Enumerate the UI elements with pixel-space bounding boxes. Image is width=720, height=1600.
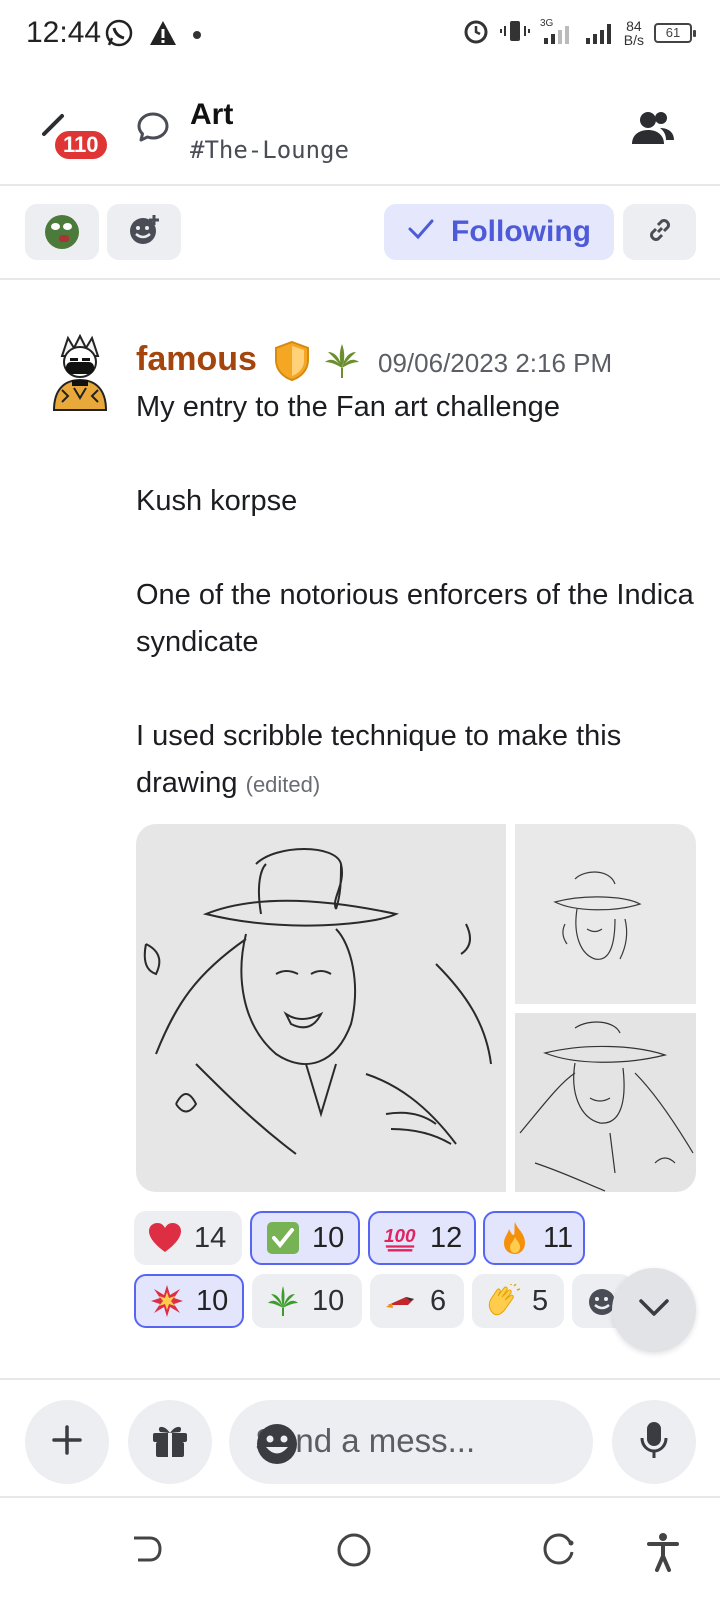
gift-icon	[150, 1420, 190, 1465]
following-label: Following	[451, 215, 591, 248]
attachment-image-3[interactable]	[515, 1013, 696, 1192]
voice-message-button[interactable]	[612, 1400, 696, 1484]
fire-icon	[499, 1221, 531, 1255]
battery-icon: 61	[654, 22, 696, 43]
rocket-flame-icon	[384, 1284, 418, 1318]
reaction-collision[interactable]: 10	[134, 1274, 244, 1328]
back-button[interactable]: 110	[34, 110, 114, 162]
unread-badge: 110	[52, 128, 110, 162]
svg-text:3G: 3G	[540, 18, 554, 29]
nav-recents-icon[interactable]	[542, 1532, 576, 1571]
signal-icon-2	[584, 16, 614, 49]
reaction-count: 10	[196, 1284, 229, 1317]
reaction-rocket[interactable]: 6	[370, 1274, 464, 1328]
reaction-count: 14	[194, 1221, 227, 1254]
reaction-count: 10	[312, 1221, 345, 1254]
emoji-picker-icon[interactable]	[255, 1422, 573, 1474]
alarm-icon	[462, 17, 490, 48]
reaction-count: 5	[532, 1284, 549, 1317]
reaction-heart[interactable]: 14	[134, 1211, 242, 1265]
message-body: My entry to the Fan art challenge Kush k…	[136, 384, 696, 808]
author-name[interactable]: famous	[136, 340, 257, 379]
cannabis-role-icon	[322, 340, 362, 385]
plus-icon	[51, 1424, 83, 1461]
message-composer: Send a mess...	[0, 1378, 720, 1498]
dot-icon	[192, 27, 202, 45]
message-line: One of the notorious enforcers of the In…	[136, 579, 694, 658]
attachment-image-main[interactable]	[136, 824, 506, 1192]
whatsapp-icon	[104, 18, 134, 53]
reaction-count: 11	[543, 1221, 574, 1254]
pepe-emoji-icon	[45, 215, 79, 249]
thread-icon	[136, 110, 170, 149]
nav-home-icon[interactable]	[336, 1532, 372, 1573]
check-mark-button-icon	[266, 1221, 300, 1255]
collision-icon	[150, 1284, 184, 1318]
hundred-points-icon: 100	[384, 1221, 418, 1255]
following-button[interactable]: Following	[384, 204, 614, 260]
link-icon	[645, 215, 675, 250]
reaction-count: 12	[430, 1221, 463, 1254]
svg-text:100: 100	[384, 1226, 416, 1247]
microphone-icon	[638, 1420, 670, 1465]
clapping-hands-icon	[486, 1284, 520, 1318]
channel-subtitle: #The-Lounge	[190, 136, 349, 164]
heart-icon	[148, 1221, 182, 1255]
message-line: Kush korpse	[136, 485, 298, 517]
channel-header: 110 Art #The-Lounge	[0, 80, 720, 186]
author-avatar[interactable]	[40, 332, 120, 412]
reaction-hundred[interactable]: 100 12	[368, 1211, 476, 1265]
add-reaction-button[interactable]	[107, 204, 181, 260]
message-line: My entry to the Fan art challenge	[136, 391, 560, 423]
shield-badge-icon	[272, 340, 312, 387]
scroll-to-bottom-button[interactable]	[612, 1268, 696, 1352]
emoji-reaction-button[interactable]	[25, 204, 99, 260]
message-input[interactable]: Send a mess...	[229, 1400, 593, 1484]
reaction-clap[interactable]: 5	[472, 1274, 564, 1328]
members-icon[interactable]	[630, 108, 676, 153]
reaction-check[interactable]: 10	[250, 1211, 360, 1265]
chevron-down-icon	[638, 1298, 670, 1323]
vibrate-icon	[499, 17, 530, 48]
signal-icon-1: 3G	[540, 16, 574, 49]
message-timestamp: 09/06/2023 2:16 PM	[378, 348, 613, 378]
edited-label: (edited)	[245, 772, 321, 797]
attach-button[interactable]	[25, 1400, 109, 1484]
net-speed: 84 B/s	[623, 17, 644, 48]
system-nav-bar	[0, 1500, 720, 1600]
reaction-fire[interactable]: 11	[483, 1211, 585, 1265]
status-time: 12:44	[26, 16, 102, 49]
status-bar: 12:44 3G 84 B/s 61	[0, 0, 720, 70]
gift-button[interactable]	[128, 1400, 212, 1484]
message-line: I used scribble technique to make this d…	[136, 720, 622, 799]
nav-back-icon[interactable]	[130, 1532, 164, 1571]
thread-actions: Following	[0, 186, 720, 280]
reaction-count: 10	[312, 1284, 345, 1317]
add-reaction-icon	[127, 213, 161, 252]
checkmark-icon	[407, 215, 435, 249]
reaction-count: 6	[430, 1284, 447, 1317]
channel-title: Art	[190, 98, 234, 131]
copy-link-button[interactable]	[623, 204, 696, 260]
accessibility-icon[interactable]	[646, 1532, 680, 1577]
reaction-cannabis[interactable]: 10	[252, 1274, 362, 1328]
warning-icon	[148, 19, 178, 52]
cannabis-leaf-icon	[266, 1284, 300, 1318]
attachment-image-2[interactable]	[515, 824, 696, 1004]
